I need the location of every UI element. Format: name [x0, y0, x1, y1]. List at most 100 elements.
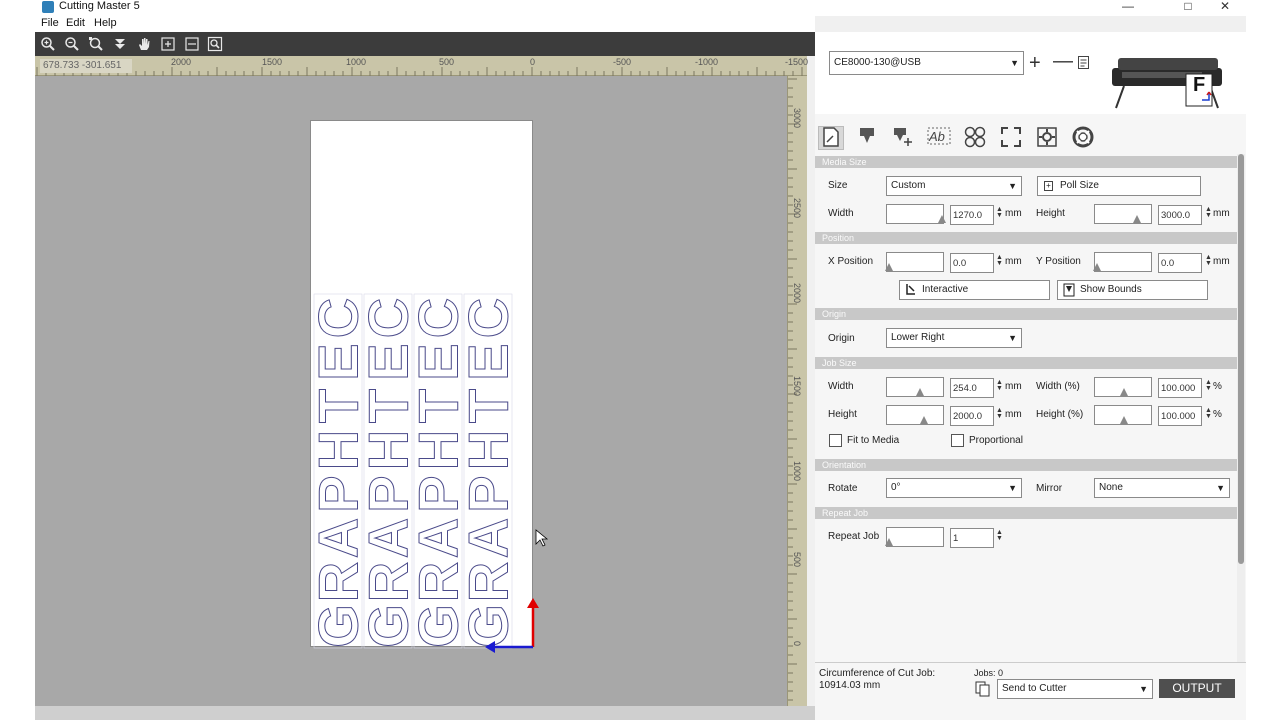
interactive-icon	[905, 283, 917, 304]
spin-arrows-icon[interactable]: ▲ ▼	[1205, 379, 1212, 392]
minimize-icon[interactable]: —	[1110, 0, 1146, 15]
app-screen: Cutting Master 5 — □ ✕ File Edit Help 67…	[0, 0, 1280, 720]
slider-thumb[interactable]	[938, 215, 946, 223]
rotate-select[interactable]: 0° ▼	[886, 478, 1022, 498]
media-width-input[interactable]: 1270.0	[950, 205, 994, 225]
device-select[interactable]: CE8000-130@USB ▼	[829, 51, 1024, 75]
design-letter: H	[457, 430, 520, 470]
job-height-pct-slider[interactable]	[1094, 405, 1152, 425]
pan-hand-icon[interactable]	[136, 36, 152, 52]
job-width-pct-input[interactable]: 100.000	[1158, 378, 1202, 398]
output-button[interactable]: OUTPUT	[1159, 679, 1235, 698]
menu-edit[interactable]: Edit	[66, 17, 85, 29]
spin-arrows-icon[interactable]: ▲ ▼	[1205, 407, 1212, 420]
move-down-icon[interactable]	[112, 36, 128, 52]
percent-label: %	[1213, 409, 1222, 420]
spin-arrows-icon[interactable]: ▲ ▼	[1205, 254, 1212, 267]
text-weld-icon[interactable]: Ab	[926, 126, 952, 150]
media-width-slider[interactable]	[886, 204, 946, 224]
design-canvas[interactable]: GRAPHTECGRAPHTECGRAPHTECGRAPHTEC	[35, 76, 787, 710]
maximize-icon[interactable]: □	[1170, 0, 1206, 15]
mouse-cursor-icon	[535, 529, 549, 547]
proportional-checkbox[interactable]	[951, 434, 964, 447]
registration-marks-icon[interactable]	[998, 126, 1024, 150]
job-size-header: Job Size	[815, 357, 1238, 369]
menu-file[interactable]: File	[41, 17, 59, 29]
spin-arrows-icon[interactable]: ▲ ▼	[996, 254, 1003, 267]
spin-arrows-icon[interactable]: ▲ ▼	[996, 407, 1003, 420]
panel-scrollbar[interactable]	[1237, 154, 1245, 668]
tool-add-icon[interactable]	[890, 126, 916, 150]
job-footer: Circumference of Cut Job: 10914.03 mm Jo…	[815, 662, 1246, 720]
zoom-in-icon[interactable]	[40, 36, 56, 52]
tool-icon[interactable]	[854, 126, 880, 150]
show-bounds-button[interactable]: Show Bounds	[1057, 280, 1208, 300]
spin-arrows-icon[interactable]: ▲ ▼	[996, 206, 1003, 219]
h-ruler-label: -1500	[785, 57, 809, 67]
vertical-ruler: 3000 2500 2000 1500 1000 500 0	[787, 76, 807, 710]
help-lifebuoy-icon[interactable]	[1070, 126, 1096, 150]
send-to-select[interactable]: Send to Cutter ▼	[997, 679, 1153, 699]
fit-page-icon[interactable]	[160, 36, 176, 52]
zoom-fit-icon[interactable]	[88, 36, 104, 52]
document-icon[interactable]	[1078, 56, 1089, 72]
x-position-input[interactable]: 0.0	[950, 253, 994, 273]
plus-icon[interactable]: +	[1029, 52, 1041, 75]
job-height-slider[interactable]	[886, 405, 944, 425]
slider-thumb[interactable]	[1093, 263, 1101, 271]
fit-width-icon[interactable]	[184, 36, 200, 52]
job-height-pct-input[interactable]: 100.000	[1158, 406, 1202, 426]
spin-arrows-icon[interactable]: ▲ ▼	[996, 379, 1003, 392]
menu-help[interactable]: Help	[94, 17, 117, 29]
repeat-job-input[interactable]: 1	[950, 528, 994, 548]
mirror-select[interactable]: None ▼	[1094, 478, 1230, 498]
close-icon[interactable]: ✕	[1207, 0, 1243, 15]
spin-arrows-icon[interactable]: ▲ ▼	[1205, 206, 1212, 219]
media-height-slider[interactable]	[1094, 204, 1152, 224]
slider-thumb[interactable]	[916, 388, 924, 396]
zoom-search-icon[interactable]	[207, 36, 223, 52]
panel-icon[interactable]	[962, 126, 988, 150]
poll-size-button[interactable]: + Poll Size	[1037, 176, 1201, 196]
zoom-out-icon[interactable]	[64, 36, 80, 52]
job-width-slider[interactable]	[886, 377, 944, 397]
fit-to-media-checkbox[interactable]	[829, 434, 842, 447]
slider-thumb[interactable]	[885, 263, 893, 271]
slider-thumb[interactable]	[1120, 388, 1128, 396]
job-width-pct-slider[interactable]	[1094, 377, 1152, 397]
proportional-label: Proportional	[969, 435, 1023, 446]
device-select-value: CE8000-130@USB	[834, 57, 921, 68]
view-toolbar	[35, 32, 815, 56]
circumference-value: 10914.03 mm	[819, 680, 881, 691]
coordinate-readout: 678.733 -301.651	[40, 59, 132, 73]
settings-icon[interactable]	[1034, 126, 1060, 150]
jobs-count: Jobs: 0	[974, 668, 1004, 678]
origin-select[interactable]: Lower Right ▼	[886, 328, 1022, 348]
page-setup-icon[interactable]	[818, 126, 844, 150]
graphtec-design[interactable]: GRAPHTECGRAPHTECGRAPHTECGRAPHTEC	[35, 76, 787, 710]
y-position-slider[interactable]	[1093, 252, 1152, 272]
slider-thumb[interactable]	[1120, 416, 1128, 424]
minus-icon[interactable]: —	[1053, 50, 1073, 73]
repeat-job-header: Repeat Job	[815, 507, 1238, 519]
slider-thumb[interactable]	[885, 538, 893, 546]
slider-thumb[interactable]	[920, 416, 928, 424]
job-width-input[interactable]: 254.0	[950, 378, 994, 398]
design-letter: E	[457, 343, 520, 380]
copy-pages-icon[interactable]	[975, 681, 991, 700]
interactive-button[interactable]: Interactive	[899, 280, 1050, 300]
y-position-label: Y Position	[1036, 256, 1081, 267]
y-position-input[interactable]: 0.0	[1158, 253, 1202, 273]
slider-thumb[interactable]	[1133, 215, 1141, 223]
repeat-job-slider[interactable]	[885, 527, 944, 547]
x-position-slider[interactable]	[885, 252, 944, 272]
scrollbar-thumb[interactable]	[1238, 154, 1244, 564]
svg-text:Ab: Ab	[928, 129, 945, 144]
spin-arrows-icon[interactable]: ▲ ▼	[996, 529, 1003, 542]
job-height-input[interactable]: 2000.0	[950, 406, 994, 426]
h-ruler-label: 1500	[262, 57, 283, 67]
size-select[interactable]: Custom ▼	[886, 176, 1022, 196]
media-height-input[interactable]: 3000.0	[1158, 205, 1202, 225]
status-bar	[35, 706, 815, 720]
chevron-down-icon: ▼	[1010, 58, 1019, 68]
